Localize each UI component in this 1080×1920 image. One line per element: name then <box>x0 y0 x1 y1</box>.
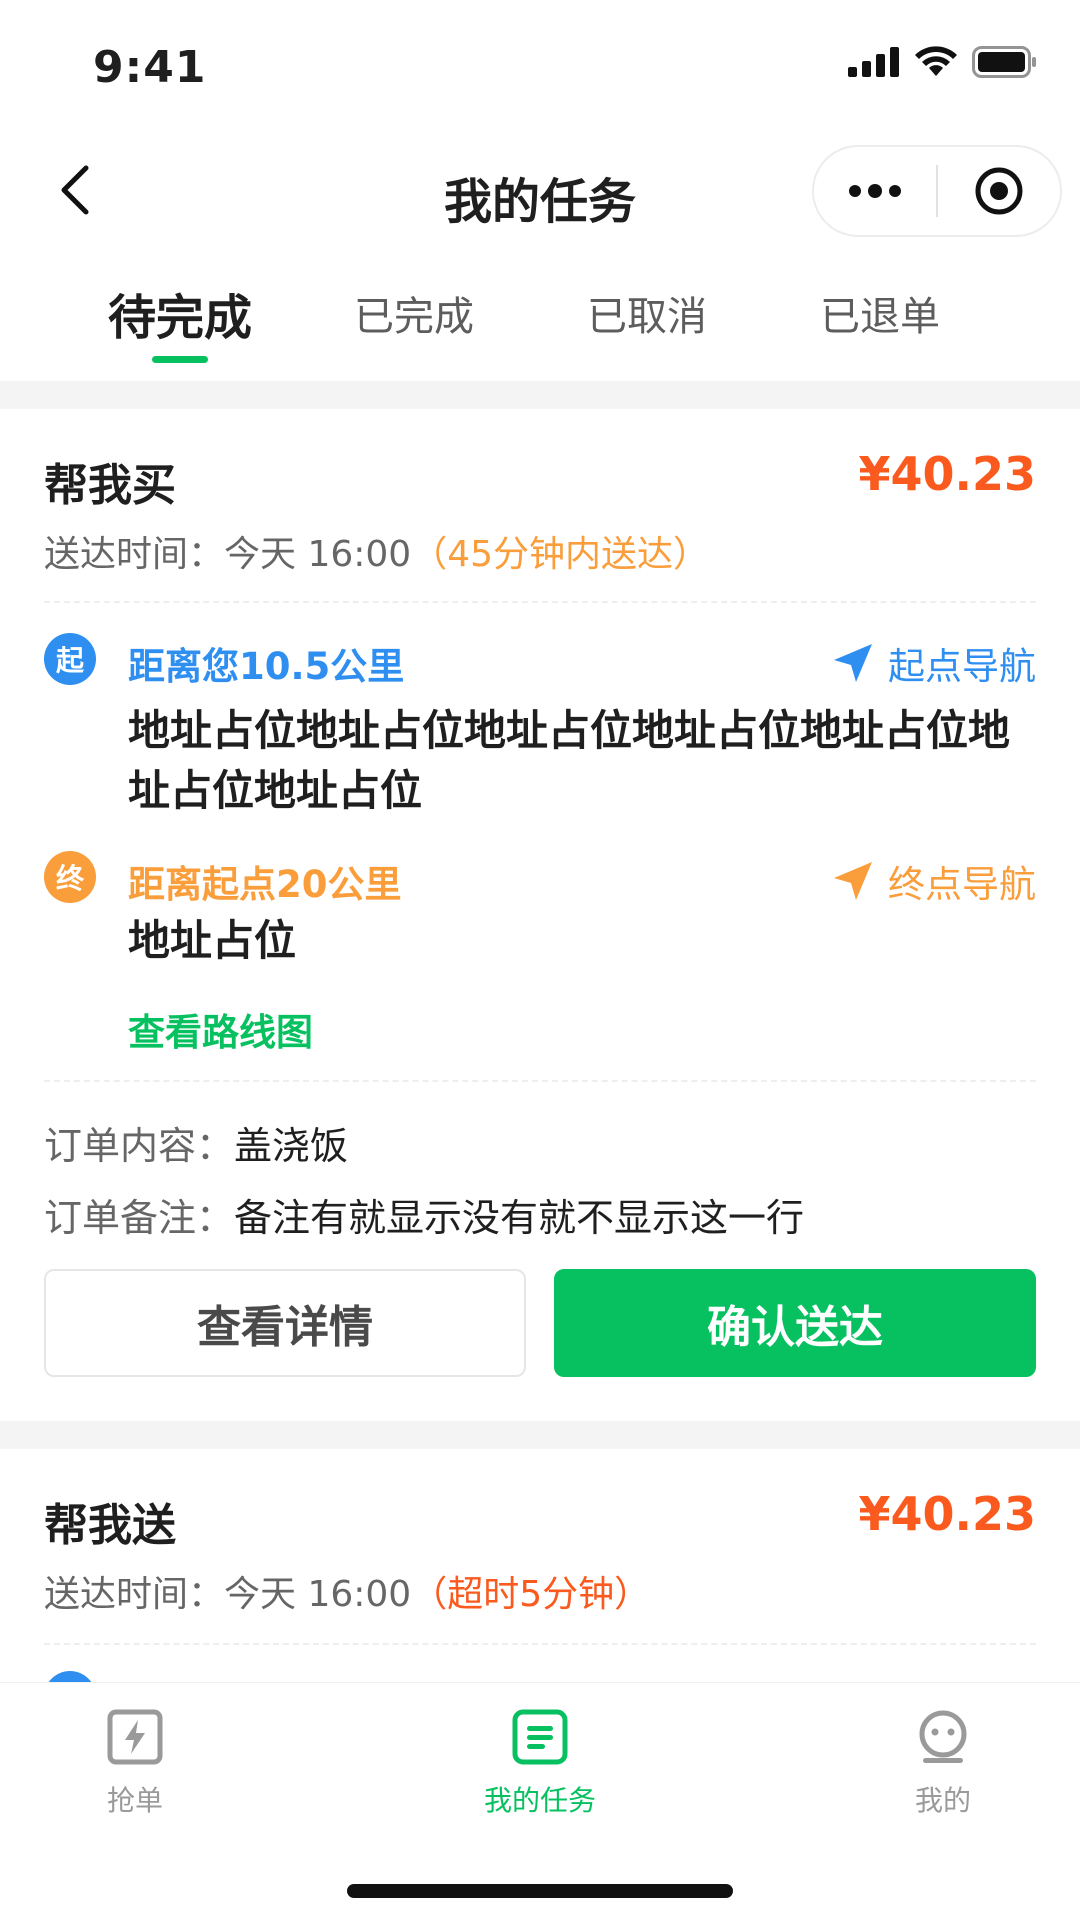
start-distance: 距离您10.5公里 <box>128 645 405 688</box>
tabbar-label: 我的任务 <box>483 1784 596 1817</box>
order-type: 帮我买 <box>44 460 176 511</box>
tabbar-item-profile[interactable]: 我的 <box>843 1707 1043 1819</box>
start-badge: 起 <box>44 633 96 685</box>
order-remark-value: 备注有就显示没有就不显示这一行 <box>234 1196 805 1240</box>
task-list-icon <box>510 1707 570 1767</box>
end-navigation-link[interactable]: 终点导航 <box>832 854 1036 908</box>
tabbar-label: 抢单 <box>106 1784 163 1817</box>
navigation-arrow-icon <box>834 644 872 682</box>
order-price: ¥40.23 <box>858 1487 1036 1541</box>
navigation-arrow-icon <box>834 862 872 900</box>
start-badge <box>44 1671 96 1682</box>
end-address: 地址占位 <box>128 916 297 965</box>
wifi-icon <box>915 46 957 76</box>
delivery-time: 送达时间：今天 16:00（45分钟内送达） <box>44 525 709 577</box>
start-navigation-label: 起点导航 <box>888 645 1036 688</box>
tabbar-item-my-tasks[interactable]: 我的任务 <box>440 1707 640 1819</box>
delivery-time-label: 送达时间： <box>44 534 225 575</box>
tabbar-label: 我的 <box>914 1784 971 1817</box>
view-details-button[interactable]: 查看详情 <box>44 1269 526 1377</box>
tabbar-item-grab-order[interactable]: 抢单 <box>35 1707 235 1819</box>
home-indicator <box>347 1884 733 1898</box>
end-distance: 距离起点20公里 <box>128 863 402 906</box>
delivery-time-value: 今天 16:00 <box>224 534 412 575</box>
target-close-icon <box>975 167 1023 215</box>
order-remark-row: 订单备注：备注有就显示没有就不显示这一行 <box>44 1187 804 1242</box>
tab-completed[interactable]: 已完成 <box>314 284 514 342</box>
status-tabs: 待完成 已完成 已取消 已退单 <box>0 260 1080 380</box>
delivery-time-label: 送达时间： <box>44 1574 225 1615</box>
more-dots-icon <box>849 184 901 198</box>
order-card: 帮我送 ¥40.23 送达时间：今天 16:00（超时5分钟） <box>0 1449 1080 1682</box>
order-remark-label: 订单备注： <box>44 1196 235 1240</box>
signal-icon <box>848 47 899 77</box>
order-content-value: 盖浇饭 <box>234 1124 349 1168</box>
view-route-link[interactable]: 查看路线图 <box>128 1002 313 1056</box>
close-miniprogram-button[interactable] <box>938 147 1060 235</box>
delivery-time-note: （45分钟内送达） <box>411 534 710 575</box>
delivery-time: 送达时间：今天 16:00（超时5分钟） <box>44 1565 650 1617</box>
status-time: 9:41 <box>93 42 207 93</box>
battery-icon <box>972 46 1036 78</box>
status-icons <box>848 46 1038 78</box>
tab-pending[interactable]: 待完成 <box>80 278 280 348</box>
order-price: ¥40.23 <box>858 447 1036 501</box>
order-card: 帮我买 ¥40.23 送达时间：今天 16:00（45分钟内送达） 起 距离您1… <box>0 409 1080 1421</box>
start-navigation-link[interactable]: 起点导航 <box>832 636 1036 690</box>
start-address: 地址占位地址占位地址占位地址占位地址占位地址占位地址占位 <box>128 706 1011 815</box>
tab-refunded[interactable]: 已退单 <box>780 284 980 342</box>
confirm-delivery-button[interactable]: 确认送达 <box>554 1269 1036 1377</box>
delivery-time-value: 今天 16:00 <box>224 1574 412 1615</box>
lightning-icon <box>105 1707 165 1767</box>
nav-bar: 我的任务 <box>0 132 1080 248</box>
delivery-time-note: （超时5分钟） <box>411 1574 651 1615</box>
section-gap <box>0 1421 1080 1449</box>
order-type: 帮我送 <box>44 1500 176 1551</box>
miniprogram-capsule <box>812 145 1062 237</box>
order-content-row: 订单内容：盖浇饭 <box>44 1115 348 1170</box>
end-badge: 终 <box>44 851 96 903</box>
more-button[interactable] <box>814 147 936 235</box>
tab-cancelled[interactable]: 已取消 <box>547 284 747 342</box>
divider <box>44 1080 1036 1082</box>
tab-active-indicator <box>152 356 208 363</box>
status-bar: 9:41 <box>0 0 1080 132</box>
end-navigation-label: 终点导航 <box>888 863 1036 906</box>
divider <box>44 1643 1036 1645</box>
profile-face-icon <box>913 1707 973 1767</box>
section-gap <box>0 381 1080 409</box>
divider <box>44 601 1036 603</box>
order-content-label: 订单内容： <box>44 1124 235 1168</box>
